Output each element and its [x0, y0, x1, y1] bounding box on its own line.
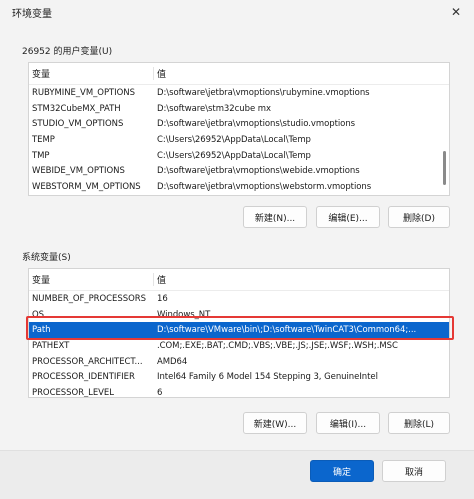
- cancel-button[interactable]: 取消: [382, 460, 446, 482]
- close-button[interactable]: ✕: [444, 3, 468, 21]
- variable-value: D:\software\jetbra\vmoptions\webide.vmop…: [157, 166, 360, 177]
- list-item[interactable]: PATHEXT .COM;.EXE;.BAT;.CMD;.VBS;.VBE;.JS…: [29, 338, 449, 354]
- variable-name: Path: [32, 325, 51, 336]
- user-rows: RUBYMINE_VM_OPTIONS D:\software\jetbra\vm…: [29, 85, 449, 195]
- variable-name: STM32CubeMX_PATH: [32, 103, 121, 114]
- variable-name: PROCESSOR_ARCHITECT...: [32, 356, 143, 367]
- variable-value: 6: [157, 387, 163, 398]
- variable-name: STUDIO_VM_OPTIONS: [32, 119, 124, 130]
- system-delete-button[interactable]: 删除(L): [388, 412, 450, 434]
- variable-value: Intel64 Family 6 Model 154 Stepping 3, G…: [157, 372, 378, 383]
- user-list-scrollbar[interactable]: [443, 151, 446, 185]
- title-bar: 环境变量 ✕: [0, 0, 474, 24]
- list-item[interactable]: PROCESSOR_IDENTIFIER Intel64 Family 6 Mod…: [29, 369, 449, 385]
- list-item[interactable]: OS Windows_NT: [29, 307, 449, 323]
- system-new-button[interactable]: 新建(W)...: [243, 412, 307, 434]
- variable-name: TEMP: [32, 134, 55, 145]
- user-new-button[interactable]: 新建(N)...: [243, 206, 307, 228]
- variable-value: D:\software\stm32cube mx: [157, 103, 271, 114]
- system-edit-button[interactable]: 编辑(I)...: [316, 412, 380, 434]
- list-item[interactable]: Path D:\software\VMware\bin\;D:\software\…: [29, 322, 449, 339]
- variable-name: PROCESSOR_IDENTIFIER: [32, 372, 135, 383]
- variable-name: PROCESSOR_LEVEL: [32, 387, 114, 398]
- column-header-value[interactable]: 值: [154, 273, 449, 286]
- variable-value: .COM;.EXE;.BAT;.CMD;.VBS;.VBE;.JS;.JSE;.…: [157, 340, 398, 351]
- list-item[interactable]: PROCESSOR_ARCHITECT... AMD64: [29, 354, 449, 370]
- column-header-variable[interactable]: 变量: [29, 67, 154, 80]
- list-item[interactable]: PROCESSOR_LEVEL 6: [29, 385, 449, 398]
- system-variables-label: 系统变量(S): [22, 253, 71, 263]
- variable-value: D:\software\jetbra\vmoptions\rubymine.vm…: [157, 87, 370, 98]
- variable-name: RUBYMINE_VM_OPTIONS: [32, 87, 135, 98]
- user-delete-button[interactable]: 删除(D): [388, 206, 450, 228]
- variable-value: D:\software\VMware\bin\;D:\software\Twin…: [157, 325, 417, 336]
- user-list-header: 变量 值: [29, 63, 449, 85]
- list-item[interactable]: WEBSTORM_VM_OPTIONS D:\software\jetbra\vm…: [29, 179, 449, 195]
- column-header-variable[interactable]: 变量: [29, 273, 154, 286]
- variable-value: AMD64: [157, 356, 188, 367]
- system-list-header: 变量 值: [29, 269, 449, 291]
- variable-value: C:\Users\26952\AppData\Local\Temp: [157, 134, 311, 145]
- variable-name: OS: [32, 309, 44, 320]
- variable-name: NUMBER_OF_PROCESSORS: [32, 293, 146, 304]
- variable-value: Windows_NT: [157, 309, 211, 320]
- variable-name: WEBSTORM_VM_OPTIONS: [32, 181, 141, 192]
- system-rows: NUMBER_OF_PROCESSORS 16 OS Windows_NT Path D:…: [29, 291, 449, 398]
- variable-value: C:\Users\26952\AppData\Local\Temp: [157, 150, 311, 161]
- list-item[interactable]: TMP C:\Users\26952\AppData\Local\Temp: [29, 148, 449, 164]
- variable-name: WEBIDE_VM_OPTIONS: [32, 166, 125, 177]
- ok-button[interactable]: 确定: [310, 460, 374, 482]
- list-item[interactable]: STM32CubeMX_PATH D:\software\stm32cube mx: [29, 101, 449, 117]
- list-item[interactable]: NUMBER_OF_PROCESSORS 16: [29, 291, 449, 307]
- column-header-value[interactable]: 值: [154, 67, 449, 80]
- variable-value: D:\software\jetbra\vmoptions\webstorm.vm…: [157, 181, 372, 192]
- variable-name: TMP: [32, 150, 50, 161]
- variable-value: D:\software\jetbra\vmoptions\studio.vmop…: [157, 119, 356, 130]
- variable-name: PATHEXT: [32, 340, 70, 351]
- list-item[interactable]: TEMP C:\Users\26952\AppData\Local\Temp: [29, 132, 449, 148]
- user-variables-label: 26952 的用户变量(U): [22, 47, 113, 57]
- list-item[interactable]: RUBYMINE_VM_OPTIONS D:\software\jetbra\vm…: [29, 85, 449, 101]
- user-variables-list[interactable]: 变量 值 RUBYMINE_VM_OPTIONS D:\software\jetb…: [28, 62, 450, 196]
- system-variables-list[interactable]: 变量 值 NUMBER_OF_PROCESSORS 16 OS Windows_NT P…: [28, 268, 450, 398]
- close-icon: ✕: [450, 5, 462, 19]
- user-edit-button[interactable]: 编辑(E)...: [316, 206, 380, 228]
- variable-value: 16: [157, 293, 168, 304]
- list-item[interactable]: STUDIO_VM_OPTIONS D:\software\jetbra\vmop…: [29, 116, 449, 132]
- list-item[interactable]: WEBIDE_VM_OPTIONS D:\software\jetbra\vmop…: [29, 163, 449, 179]
- window-title: 环境变量: [12, 9, 52, 20]
